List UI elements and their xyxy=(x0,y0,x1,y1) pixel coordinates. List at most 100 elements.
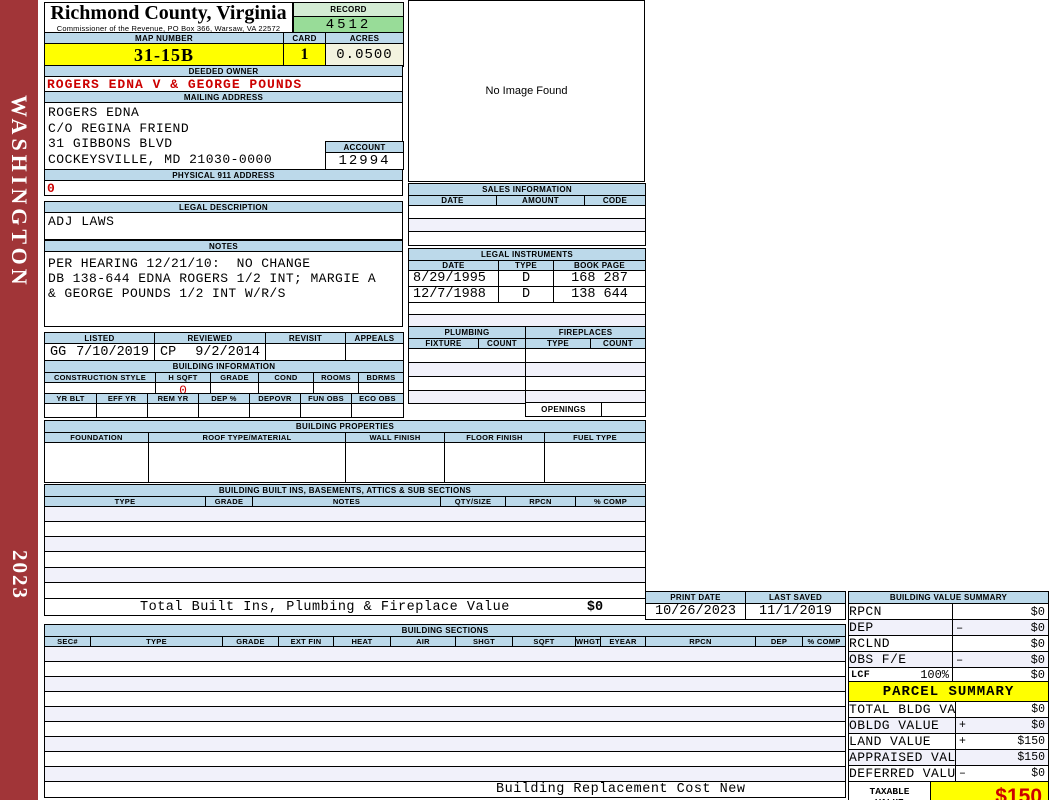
fun-obs-value xyxy=(300,403,352,418)
parcel-summary-header: PARCEL SUMMARY xyxy=(847,681,1050,702)
col-header: AIR xyxy=(390,636,456,647)
parcel-row-label: DEFERRED VALUE xyxy=(848,765,956,782)
legal-description-value: ADJ LAWS xyxy=(44,212,403,240)
listed-by: GG xyxy=(50,344,67,360)
sales-information-table: SALES INFORMATION DATE AMOUNT CODE xyxy=(408,183,646,246)
parcel-value: $0 xyxy=(1031,703,1046,716)
col-header: FLOOR FINISH xyxy=(444,432,545,443)
empty-row xyxy=(43,751,847,767)
col-header: DEP xyxy=(755,636,803,647)
col-header: ROOMS xyxy=(313,372,359,383)
empty-row xyxy=(43,567,647,583)
openings-table: OPENINGS xyxy=(525,402,646,417)
map-number-label: MAP NUMBER xyxy=(44,32,284,44)
parcel-sign: + xyxy=(959,719,966,732)
empty-row xyxy=(408,218,646,232)
instrument-date: 12/7/1988 xyxy=(408,286,499,303)
building-sections-footer-row: Building Replacement Cost New xyxy=(43,781,847,798)
col-header: DEPOVR xyxy=(249,393,301,404)
revisit-label: REVISIT xyxy=(265,332,346,344)
bvs-row-label: RPCN xyxy=(848,603,953,620)
physical-911-value: 0 xyxy=(44,180,403,196)
bvs-lcf-pct: 100% xyxy=(920,668,949,682)
listed-date: 7/10/2019 xyxy=(76,344,149,360)
bvs-sign: – xyxy=(956,620,964,635)
map-number-value: 31-15B xyxy=(44,43,284,67)
fuel-type-value xyxy=(543,442,647,483)
legal-instruments-table: LEGAL INSTRUMENTS DATE TYPE BOOK PAGE 8/… xyxy=(407,248,647,328)
col-header: DATE xyxy=(408,195,497,206)
parcel-sign: + xyxy=(959,735,966,748)
building-sections-header: BUILDING SECTIONS xyxy=(43,624,847,637)
building-properties-header: BUILDING PROPERTIES xyxy=(43,420,647,433)
instrument-type: D xyxy=(498,286,554,303)
parcel-summary-table: PARCEL SUMMARY TOTAL BLDG VALUE $0 OBLDG… xyxy=(847,681,1050,800)
col-header: % COMP xyxy=(574,496,647,507)
appeals-cell xyxy=(345,343,404,361)
col-header: REM YR xyxy=(147,393,199,404)
building-value-summary-table: BUILDING VALUE SUMMARY RPCN $0 DEP – $0 R… xyxy=(847,591,1050,683)
empty-row xyxy=(408,231,646,246)
col-header: FUEL TYPE xyxy=(543,432,647,443)
empty-row xyxy=(43,521,647,537)
legal-instruments-header: LEGAL INSTRUMENTS xyxy=(407,248,647,261)
sidebar: WASHINGTON 2023 xyxy=(0,0,38,800)
parcel-value: $150 xyxy=(1017,735,1046,748)
notes-box: PER HEARING 12/21/10: NO CHANGE DB 138-6… xyxy=(44,251,403,327)
bvs-sign: – xyxy=(956,652,964,667)
col-header: H SQFT xyxy=(155,372,211,383)
empty-row xyxy=(408,205,646,219)
notes-line: DB 138-644 EDNA ROGERS 1/2 INT; MARGIE A xyxy=(48,271,377,286)
instrument-date: 8/29/1995 xyxy=(408,270,499,287)
empty-row xyxy=(43,661,847,677)
dep-pct-value xyxy=(198,403,250,418)
col-header: SEC# xyxy=(44,636,91,647)
mailing-address-line: C/O REGINA FRIEND xyxy=(48,120,190,136)
map-card-acres-table: MAP NUMBER CARD ACRES 31-15B 1 0.0500 xyxy=(44,32,404,67)
plumbing-fireplaces-table: PLUMBING FIREPLACES FIXTURE COUNT TYPE C… xyxy=(407,326,647,404)
col-header: GRADE xyxy=(205,496,253,507)
col-header: COUNT xyxy=(477,338,527,349)
card-label: CARD xyxy=(283,32,326,44)
empty-row xyxy=(43,582,647,599)
empty-row xyxy=(525,376,647,391)
col-header: TYPE xyxy=(90,636,223,647)
sales-information-header: SALES INFORMATION xyxy=(408,183,646,196)
parcel-row-label: APPRAISED VALUE xyxy=(848,749,956,766)
parcel-row-label: TOTAL BLDG VALUE xyxy=(848,701,956,718)
bvs-value: $0 xyxy=(1030,620,1046,635)
empty-row xyxy=(43,706,847,722)
sidebar-district-label: WASHINGTON xyxy=(7,95,32,289)
col-header: GRADE xyxy=(222,636,279,647)
building-information-header: BUILDING INFORMATION xyxy=(43,360,405,373)
mailing-address-line: ROGERS EDNA xyxy=(48,105,140,120)
eff-yr-value xyxy=(96,403,148,418)
appeals-label: APPEALS xyxy=(345,332,404,344)
bvs-row-label: OBS F/E xyxy=(848,651,953,668)
notes-line: PER HEARING 12/21/10: NO CHANGE xyxy=(48,256,311,271)
empty-row xyxy=(407,390,527,404)
print-date-value: 10/26/2023 xyxy=(645,603,746,620)
listed-label: LISTED xyxy=(44,332,155,344)
bvs-row-label: RCLND xyxy=(848,635,953,652)
col-header: BOOK PAGE xyxy=(552,260,647,271)
print-date-label: PRINT DATE xyxy=(645,591,746,604)
account-value: 12994 xyxy=(325,152,404,170)
empty-row xyxy=(525,348,647,363)
bvs-row-label: LCF xyxy=(851,669,871,681)
col-header: COUNT xyxy=(590,338,647,349)
image-panel: No Image Found xyxy=(408,0,645,182)
plumbing-header: PLUMBING xyxy=(407,326,527,339)
instrument-type: D xyxy=(498,270,554,287)
county-header-box: Richmond County, Virginia Commissioner o… xyxy=(44,2,293,33)
openings-value xyxy=(601,402,646,417)
last-saved-value: 11/1/2019 xyxy=(745,603,846,620)
acres-label: ACRES xyxy=(325,32,404,44)
built-ins-header: BUILDING BUILT INS, BASEMENTS, ATTICS & … xyxy=(43,484,647,497)
last-saved-label: LAST SAVED xyxy=(745,591,846,604)
openings-label: OPENINGS xyxy=(525,402,602,417)
empty-row xyxy=(407,348,527,363)
built-ins-total-label: Total Built Ins, Plumbing & Fireplace Va… xyxy=(140,599,510,615)
empty-row xyxy=(43,536,647,552)
county-title: Richmond County, Virginia xyxy=(50,2,287,24)
